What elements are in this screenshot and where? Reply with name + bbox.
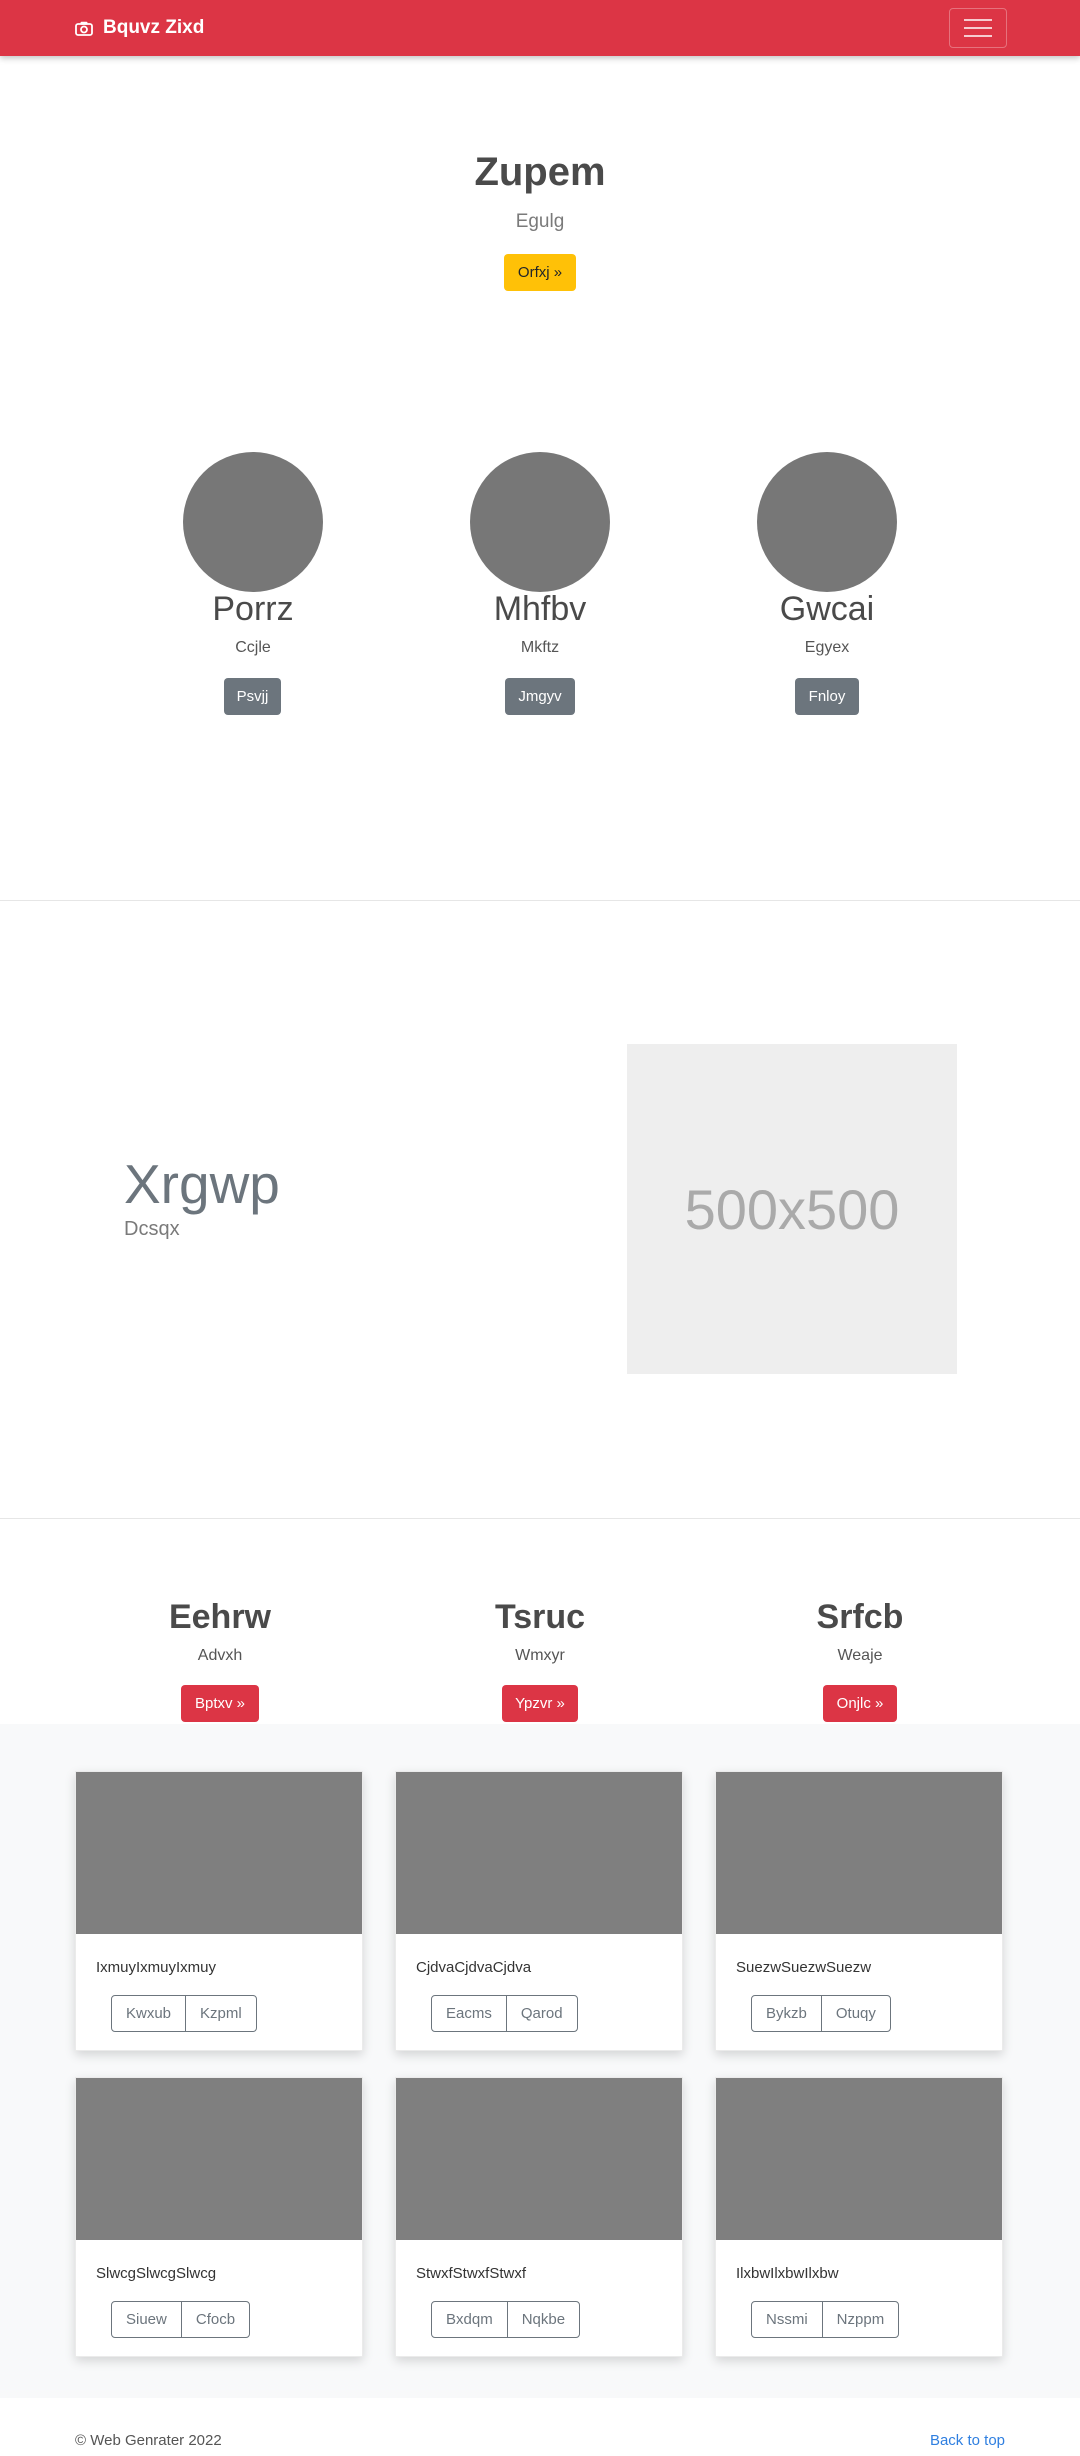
- card-button[interactable]: Bxdqm: [432, 2302, 507, 2337]
- card-image-placeholder: [76, 2078, 362, 2240]
- card-button-group: Kwxub Kzpml: [111, 1995, 257, 2032]
- card-button[interactable]: Nssmi: [752, 2302, 822, 2337]
- column-button[interactable]: Bptxv »: [181, 1685, 259, 1722]
- column-subtitle: Wmxyr: [515, 1647, 565, 1664]
- card-button[interactable]: Nqkbe: [506, 2302, 579, 2337]
- card-button[interactable]: Nzppm: [821, 2302, 899, 2337]
- hamburger-icon-line: [964, 27, 992, 29]
- profile-avatar: [757, 452, 897, 592]
- album-card: IlxbwIlxbwIlxbw Nssmi Nzppm: [715, 2077, 1003, 2357]
- card-text: SlwcgSlwcgSlwcg: [96, 2265, 217, 2282]
- card-image-placeholder: [396, 1772, 682, 1934]
- footer-copyright: © Web Genrater 2022: [75, 2432, 222, 2449]
- card-text: CjdvaCjdvaCjdva: [416, 1959, 532, 1976]
- feature-title: Xrgwp: [124, 1153, 280, 1215]
- card-button[interactable]: Siuew: [112, 2302, 181, 2337]
- hamburger-icon-line: [964, 35, 992, 37]
- brand-text: Bquvz Zixd: [103, 17, 205, 38]
- profile-button[interactable]: Psvjj: [224, 678, 281, 715]
- profile-avatar: [470, 452, 610, 592]
- card-button-group: Bxdqm Nqkbe: [431, 2301, 581, 2338]
- card-button[interactable]: Eacms: [432, 1996, 506, 2031]
- column-button[interactable]: Ypzvr »: [502, 1685, 578, 1722]
- hero-title: Zupem: [474, 150, 606, 194]
- card-button[interactable]: Bykzb: [752, 1996, 821, 2031]
- section-divider: [0, 900, 1080, 901]
- album-card: CjdvaCjdvaCjdva Eacms Qarod: [395, 1771, 683, 2051]
- profile-subtitle: Mkftz: [520, 639, 560, 656]
- card-text: StwxfStwxfStwxf: [416, 2265, 527, 2282]
- section-divider: [0, 1518, 1080, 1519]
- card-button[interactable]: Otuqy: [820, 1996, 890, 2031]
- card-button-group: Eacms Qarod: [431, 1995, 578, 2032]
- profile-subtitle: Egyex: [804, 639, 850, 656]
- profile-subtitle: Ccjle: [235, 639, 271, 656]
- feature-subtitle: Dcsqx: [124, 1218, 180, 1240]
- navbar: Bquvz Zixd: [0, 0, 1080, 56]
- column-button[interactable]: Onjlc »: [823, 1685, 897, 1722]
- card-text: IlxbwIlxbwIlxbw: [736, 2265, 839, 2282]
- album-card: StwxfStwxfStwxf Bxdqm Nqkbe: [395, 2077, 683, 2357]
- hamburger-icon-line: [964, 19, 992, 21]
- card-button-group: Nssmi Nzppm: [751, 2301, 900, 2338]
- hero-button[interactable]: Orfxj »: [504, 254, 576, 291]
- hero-subtitle: Egulg: [515, 211, 565, 232]
- card-button[interactable]: Kwxub: [112, 1996, 185, 2031]
- card-button[interactable]: Cfocb: [180, 2302, 249, 2337]
- card-text: SuezwSuezwSuezw: [736, 1959, 872, 1976]
- camera-icon: [75, 21, 93, 36]
- profile-button[interactable]: Fnloy: [795, 678, 859, 715]
- card-image-placeholder: [396, 2078, 682, 2240]
- card-image-placeholder: [76, 1772, 362, 1934]
- card-button[interactable]: Qarod: [505, 1996, 577, 2031]
- profile-name: Porrz: [212, 590, 294, 628]
- card-image-placeholder: [716, 1772, 1002, 1934]
- back-to-top-link[interactable]: Back to top: [930, 2432, 1005, 2449]
- card-image-placeholder: [716, 2078, 1002, 2240]
- card-text: IxmuyIxmuyIxmuy: [96, 1959, 217, 1976]
- column-subtitle: Weaje: [837, 1647, 883, 1664]
- profile-name: Gwcai: [779, 590, 875, 628]
- album-card: SlwcgSlwcgSlwcg Siuew Cfocb: [75, 2077, 363, 2357]
- album-card: IxmuyIxmuyIxmuy Kwxub Kzpml: [75, 1771, 363, 2051]
- profile-name: Mhfbv: [493, 590, 587, 628]
- column-title: Tsruc: [494, 1598, 586, 1636]
- column-title: Eehrw: [168, 1598, 272, 1636]
- column-subtitle: Advxh: [197, 1647, 243, 1664]
- profile-button[interactable]: Jmgyv: [505, 678, 575, 715]
- profile-avatar: [183, 452, 323, 592]
- menu-toggle-button[interactable]: [949, 8, 1007, 48]
- card-button-group: Bykzb Otuqy: [751, 1995, 891, 2032]
- feature-image-placeholder: 500x500: [627, 1044, 957, 1374]
- card-button-group: Siuew Cfocb: [111, 2301, 251, 2338]
- navbar-brand[interactable]: Bquvz Zixd: [75, 0, 204, 56]
- card-button[interactable]: Kzpml: [185, 1996, 256, 2031]
- album-section: IxmuyIxmuyIxmuy Kwxub Kzpml CjdvaCjdvaCj…: [0, 1724, 1080, 2398]
- column-title: Srfcb: [816, 1598, 904, 1636]
- album-card: SuezwSuezwSuezw Bykzb Otuqy: [715, 1771, 1003, 2051]
